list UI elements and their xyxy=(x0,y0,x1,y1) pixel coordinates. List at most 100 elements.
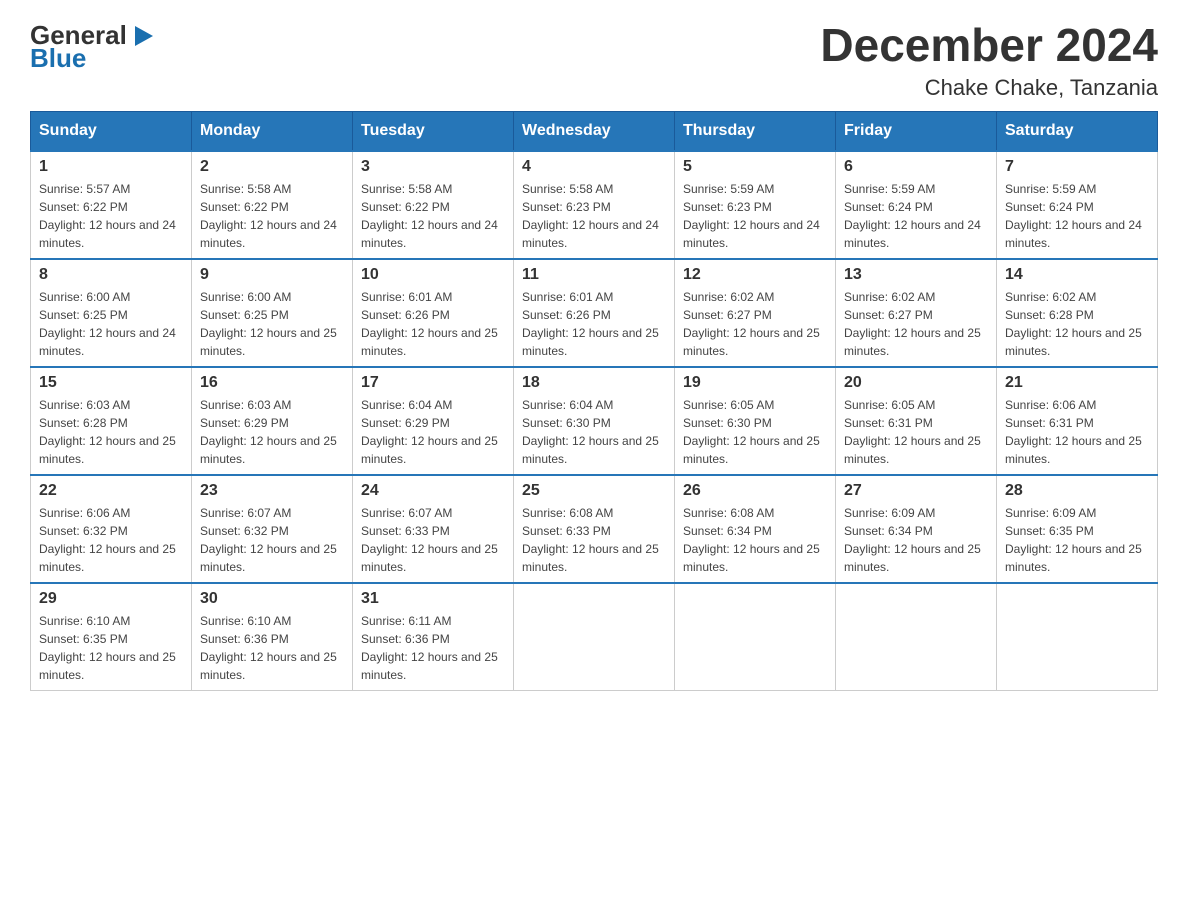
day-number: 10 xyxy=(361,266,505,284)
day-number: 12 xyxy=(683,266,827,284)
logo-triangle-icon xyxy=(129,22,157,50)
table-row: 4Sunrise: 5:58 AMSunset: 6:23 PMDaylight… xyxy=(514,151,675,259)
table-row: 2 Sunrise: 5:58 AMSunset: 6:22 PMDaylight… xyxy=(192,151,353,259)
header: General Blue December 2024 Chake Chake, … xyxy=(30,20,1158,101)
weekday-header-wednesday: Wednesday xyxy=(514,111,675,151)
day-info: Sunrise: 6:08 AMSunset: 6:33 PMDaylight:… xyxy=(522,504,666,576)
calendar-subtitle: Chake Chake, Tanzania xyxy=(820,75,1158,101)
table-row xyxy=(997,583,1158,691)
table-row: 26Sunrise: 6:08 AMSunset: 6:34 PMDayligh… xyxy=(675,475,836,583)
day-info: Sunrise: 6:11 AMSunset: 6:36 PMDaylight:… xyxy=(361,612,505,684)
day-info: Sunrise: 6:05 AMSunset: 6:31 PMDaylight:… xyxy=(844,396,988,468)
calendar-title: December 2024 xyxy=(820,20,1158,71)
table-row: 31 Sunrise: 6:11 AMSunset: 6:36 PMDayligh… xyxy=(353,583,514,691)
day-info: Sunrise: 6:03 AMSunset: 6:29 PMDaylight:… xyxy=(200,396,344,468)
day-number: 27 xyxy=(844,482,988,500)
table-row: 29 Sunrise: 6:10 AMSunset: 6:35 PMDayligh… xyxy=(31,583,192,691)
table-row: 15 Sunrise: 6:03 AMSunset: 6:28 PMDayligh… xyxy=(31,367,192,475)
weekday-header-sunday: Sunday xyxy=(31,111,192,151)
day-info: Sunrise: 6:06 AMSunset: 6:31 PMDaylight:… xyxy=(1005,396,1149,468)
day-number: 29 xyxy=(39,590,183,608)
table-row xyxy=(514,583,675,691)
day-info: Sunrise: 5:59 AMSunset: 6:23 PMDaylight:… xyxy=(683,180,827,252)
table-row: 6Sunrise: 5:59 AMSunset: 6:24 PMDaylight… xyxy=(836,151,997,259)
table-row: 18 Sunrise: 6:04 AMSunset: 6:30 PMDayligh… xyxy=(514,367,675,475)
day-number: 18 xyxy=(522,374,666,392)
logo: General Blue xyxy=(30,20,159,74)
day-number: 26 xyxy=(683,482,827,500)
day-number: 15 xyxy=(39,374,183,392)
day-number: 16 xyxy=(200,374,344,392)
table-row: 5 Sunrise: 5:59 AMSunset: 6:23 PMDaylight… xyxy=(675,151,836,259)
day-number: 22 xyxy=(39,482,183,500)
day-number: 24 xyxy=(361,482,505,500)
day-info: Sunrise: 6:10 AMSunset: 6:35 PMDaylight:… xyxy=(39,612,183,684)
day-info: Sunrise: 6:01 AMSunset: 6:26 PMDaylight:… xyxy=(361,288,505,360)
table-row: 3 Sunrise: 5:58 AMSunset: 6:22 PMDaylight… xyxy=(353,151,514,259)
day-info: Sunrise: 6:04 AMSunset: 6:30 PMDaylight:… xyxy=(522,396,666,468)
day-info: Sunrise: 6:07 AMSunset: 6:32 PMDaylight:… xyxy=(200,504,344,576)
calendar-table: SundayMondayTuesdayWednesdayThursdayFrid… xyxy=(30,111,1158,691)
day-info: Sunrise: 6:00 AMSunset: 6:25 PMDaylight:… xyxy=(200,288,344,360)
day-info: Sunrise: 5:58 AMSunset: 6:22 PMDaylight:… xyxy=(361,180,505,252)
day-number: 4 xyxy=(522,158,666,176)
table-row: 8 Sunrise: 6:00 AMSunset: 6:25 PMDaylight… xyxy=(31,259,192,367)
table-row: 11 Sunrise: 6:01 AMSunset: 6:26 PMDayligh… xyxy=(514,259,675,367)
day-number: 3 xyxy=(361,158,505,176)
table-row: 27 Sunrise: 6:09 AMSunset: 6:34 PMDayligh… xyxy=(836,475,997,583)
day-number: 30 xyxy=(200,590,344,608)
table-row: 22Sunrise: 6:06 AMSunset: 6:32 PMDayligh… xyxy=(31,475,192,583)
logo-blue-text: Blue xyxy=(30,43,86,74)
day-number: 21 xyxy=(1005,374,1149,392)
day-info: Sunrise: 6:02 AMSunset: 6:28 PMDaylight:… xyxy=(1005,288,1149,360)
calendar-week-3: 15 Sunrise: 6:03 AMSunset: 6:28 PMDayligh… xyxy=(31,367,1158,475)
table-row: 9 Sunrise: 6:00 AMSunset: 6:25 PMDaylight… xyxy=(192,259,353,367)
table-row: 17Sunrise: 6:04 AMSunset: 6:29 PMDayligh… xyxy=(353,367,514,475)
day-info: Sunrise: 5:59 AMSunset: 6:24 PMDaylight:… xyxy=(1005,180,1149,252)
day-number: 13 xyxy=(844,266,988,284)
weekday-header-saturday: Saturday xyxy=(997,111,1158,151)
table-row: 21 Sunrise: 6:06 AMSunset: 6:31 PMDayligh… xyxy=(997,367,1158,475)
day-info: Sunrise: 6:09 AMSunset: 6:34 PMDaylight:… xyxy=(844,504,988,576)
day-number: 5 xyxy=(683,158,827,176)
table-row: 20Sunrise: 6:05 AMSunset: 6:31 PMDayligh… xyxy=(836,367,997,475)
day-number: 25 xyxy=(522,482,666,500)
day-number: 19 xyxy=(683,374,827,392)
table-row xyxy=(836,583,997,691)
day-number: 28 xyxy=(1005,482,1149,500)
day-number: 8 xyxy=(39,266,183,284)
table-row: 23 Sunrise: 6:07 AMSunset: 6:32 PMDayligh… xyxy=(192,475,353,583)
day-info: Sunrise: 5:58 AMSunset: 6:22 PMDaylight:… xyxy=(200,180,344,252)
day-info: Sunrise: 6:00 AMSunset: 6:25 PMDaylight:… xyxy=(39,288,183,360)
table-row: 10 Sunrise: 6:01 AMSunset: 6:26 PMDayligh… xyxy=(353,259,514,367)
calendar-week-5: 29 Sunrise: 6:10 AMSunset: 6:35 PMDayligh… xyxy=(31,583,1158,691)
day-number: 2 xyxy=(200,158,344,176)
day-number: 11 xyxy=(522,266,666,284)
calendar-week-2: 8 Sunrise: 6:00 AMSunset: 6:25 PMDaylight… xyxy=(31,259,1158,367)
weekday-header-thursday: Thursday xyxy=(675,111,836,151)
weekday-header-friday: Friday xyxy=(836,111,997,151)
day-info: Sunrise: 5:57 AMSunset: 6:22 PMDaylight:… xyxy=(39,180,183,252)
calendar-week-1: 1Sunrise: 5:57 AMSunset: 6:22 PMDaylight… xyxy=(31,151,1158,259)
table-row xyxy=(675,583,836,691)
table-row: 30 Sunrise: 6:10 AMSunset: 6:36 PMDayligh… xyxy=(192,583,353,691)
day-info: Sunrise: 6:10 AMSunset: 6:36 PMDaylight:… xyxy=(200,612,344,684)
day-info: Sunrise: 6:04 AMSunset: 6:29 PMDaylight:… xyxy=(361,396,505,468)
day-info: Sunrise: 6:03 AMSunset: 6:28 PMDaylight:… xyxy=(39,396,183,468)
day-number: 31 xyxy=(361,590,505,608)
day-info: Sunrise: 6:01 AMSunset: 6:26 PMDaylight:… xyxy=(522,288,666,360)
day-info: Sunrise: 6:02 AMSunset: 6:27 PMDaylight:… xyxy=(844,288,988,360)
calendar-header-row: SundayMondayTuesdayWednesdayThursdayFrid… xyxy=(31,111,1158,151)
table-row: 12 Sunrise: 6:02 AMSunset: 6:27 PMDayligh… xyxy=(675,259,836,367)
day-number: 6 xyxy=(844,158,988,176)
day-info: Sunrise: 6:02 AMSunset: 6:27 PMDaylight:… xyxy=(683,288,827,360)
table-row: 13 Sunrise: 6:02 AMSunset: 6:27 PMDayligh… xyxy=(836,259,997,367)
weekday-header-tuesday: Tuesday xyxy=(353,111,514,151)
day-number: 14 xyxy=(1005,266,1149,284)
calendar-week-4: 22Sunrise: 6:06 AMSunset: 6:32 PMDayligh… xyxy=(31,475,1158,583)
day-number: 23 xyxy=(200,482,344,500)
table-row: 25 Sunrise: 6:08 AMSunset: 6:33 PMDayligh… xyxy=(514,475,675,583)
table-row: 19Sunrise: 6:05 AMSunset: 6:30 PMDayligh… xyxy=(675,367,836,475)
day-info: Sunrise: 6:07 AMSunset: 6:33 PMDaylight:… xyxy=(361,504,505,576)
day-number: 9 xyxy=(200,266,344,284)
